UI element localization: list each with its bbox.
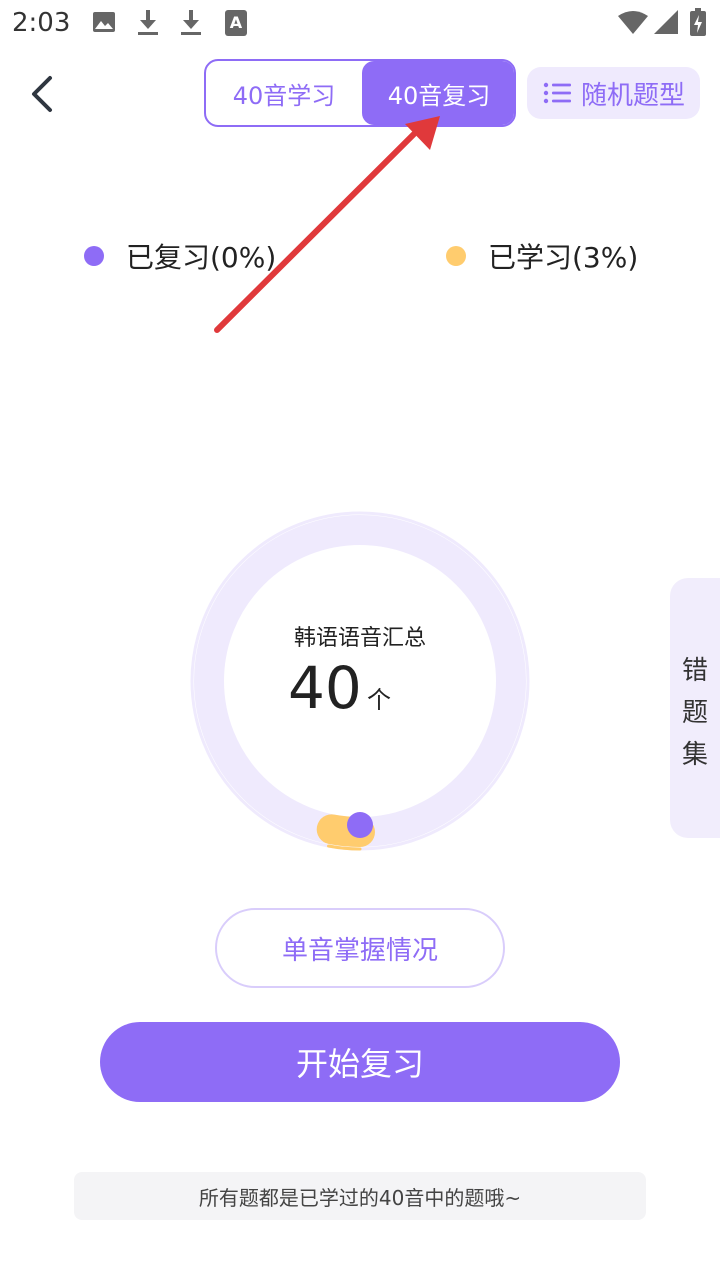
legend-learned-label: 已学习(3%) <box>488 241 639 274</box>
summary-title: 韩语语音汇总 <box>293 626 426 651</box>
ring-reviewed-marker <box>347 812 373 838</box>
back-button[interactable] <box>24 70 64 118</box>
wrong-questions-tab[interactable]: 错 题 集 <box>670 578 720 838</box>
font-a-icon: A <box>225 10 247 36</box>
summary-count: 40 <box>288 654 362 722</box>
status-bar: 2:03 A <box>0 0 720 48</box>
svg-text:A: A <box>230 13 243 32</box>
legend-reviewed-label: 已复习(0%) <box>126 241 277 274</box>
wrong-questions-char-3: 集 <box>681 740 708 770</box>
download-icon <box>138 10 158 35</box>
legend-learned: 已学习(3%) <box>446 236 638 276</box>
reviewed-dot <box>84 246 104 266</box>
summary-unit: 个 <box>367 686 391 714</box>
signal-icon <box>654 10 678 34</box>
wrong-questions-char-1: 错 <box>681 656 708 686</box>
tab-40-review[interactable]: 40音复习 <box>362 61 514 125</box>
tab-40-learn[interactable]: 40音学习 <box>206 61 362 125</box>
chevron-left-icon <box>32 76 52 112</box>
wrong-questions-char-2: 题 <box>681 698 708 728</box>
wifi-icon <box>618 11 648 34</box>
learned-dot <box>446 246 466 266</box>
battery-charging-icon <box>690 8 706 36</box>
download-icon <box>181 10 201 35</box>
image-icon <box>93 12 115 32</box>
list-icon <box>543 82 571 104</box>
legend-reviewed: 已复习(0%) <box>84 236 276 276</box>
sound-mastery-button[interactable]: 单音掌握情况 <box>215 908 505 988</box>
tip-text: 所有题都是已学过的40音中的题哦~ <box>74 1172 646 1220</box>
mode-tabs: 40音学习 40音复习 <box>204 59 516 127</box>
start-review-button[interactable]: 开始复习 <box>100 1022 620 1102</box>
random-question-type-label: 随机题型 <box>581 80 686 111</box>
random-question-type-button[interactable]: 随机题型 <box>527 67 700 119</box>
status-time: 2:03 <box>12 8 71 38</box>
